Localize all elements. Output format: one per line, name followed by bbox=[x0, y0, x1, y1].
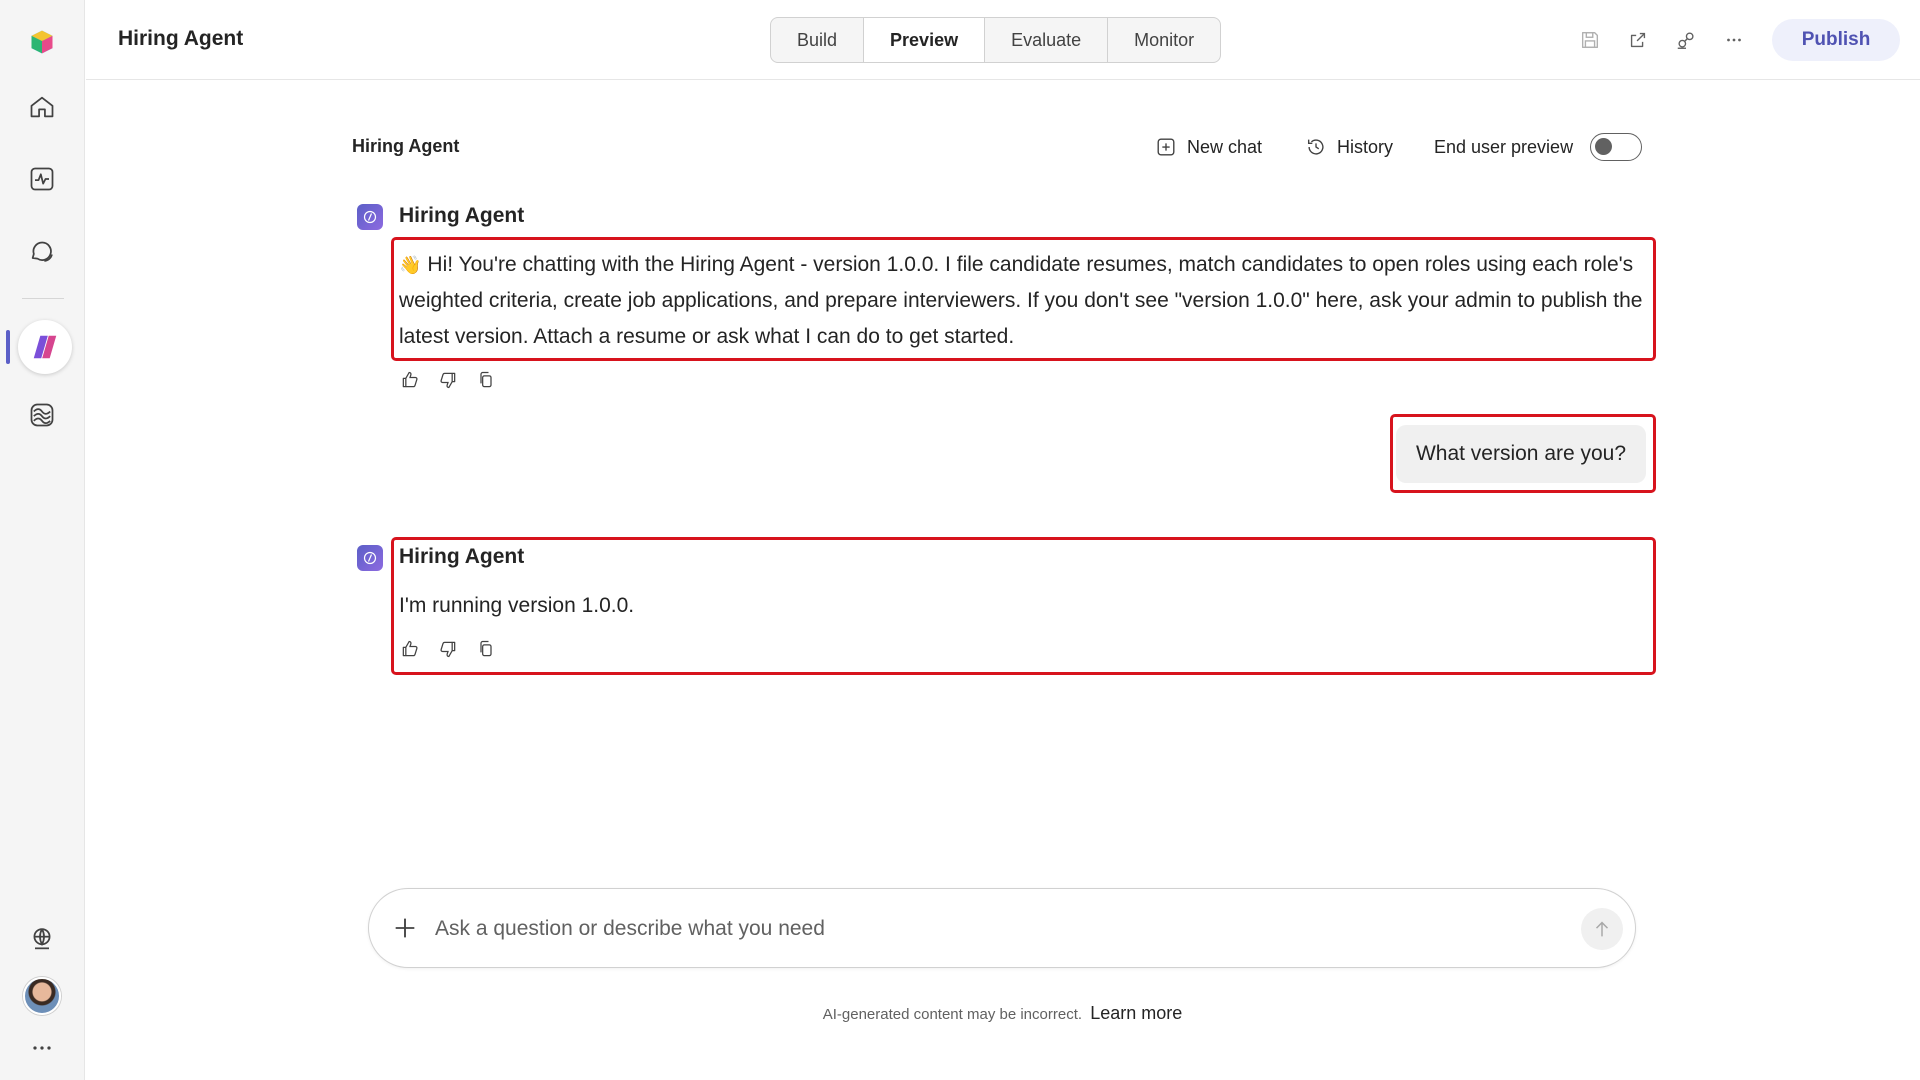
agent-builder-icon[interactable] bbox=[18, 320, 72, 374]
agent-avatar-icon bbox=[357, 545, 383, 571]
agent-avatar-icon bbox=[357, 204, 383, 230]
share-icon[interactable] bbox=[1622, 24, 1654, 56]
app-logo-icon[interactable] bbox=[18, 18, 66, 66]
thumbs-up-icon[interactable] bbox=[398, 368, 422, 392]
home-icon[interactable] bbox=[18, 83, 66, 131]
end-user-preview-label: End user preview bbox=[1434, 136, 1574, 157]
more-options-icon[interactable] bbox=[1718, 24, 1750, 56]
new-chat-button[interactable]: New chat bbox=[1155, 132, 1262, 162]
add-attachment-icon[interactable] bbox=[391, 914, 419, 942]
publish-button[interactable]: Publish bbox=[1772, 19, 1900, 61]
chat-input[interactable] bbox=[435, 909, 1535, 949]
tab-build[interactable]: Build bbox=[771, 18, 865, 62]
agent-greeting-message: 👋 Hi! You're chatting with the Hiring Age… bbox=[399, 247, 1649, 355]
chat-icon[interactable] bbox=[18, 227, 66, 275]
history-icon bbox=[1307, 139, 1324, 155]
ai-disclaimer: AI-generated content may be incorrect. L… bbox=[0, 1003, 1920, 1024]
tab-evaluate[interactable]: Evaluate bbox=[985, 18, 1109, 62]
more-rail-icon[interactable] bbox=[18, 1024, 66, 1072]
agent-reply-message: I'm running version 1.0.0. bbox=[399, 594, 635, 617]
message-sender-name: Hiring Agent bbox=[399, 545, 525, 568]
agent-greeting-text: Hi! You're chatting with the Hiring Agen… bbox=[399, 253, 1643, 348]
learn-more-link[interactable]: Learn more bbox=[1090, 1003, 1182, 1023]
message-sender-name: Hiring Agent bbox=[399, 204, 525, 227]
disclaimer-text: AI-generated content may be incorrect. bbox=[822, 1006, 1083, 1023]
globe-settings-icon[interactable] bbox=[18, 915, 66, 963]
left-rail bbox=[0, 0, 85, 1080]
rail-active-indicator bbox=[6, 330, 10, 364]
thumbs-up-icon[interactable] bbox=[398, 637, 422, 661]
rail-divider bbox=[22, 298, 64, 299]
mode-tabs: Build Preview Evaluate Monitor bbox=[770, 17, 1222, 63]
end-user-preview-toggle[interactable] bbox=[1590, 133, 1642, 161]
new-chat-label: New chat bbox=[1187, 136, 1263, 157]
connections-icon[interactable] bbox=[1670, 24, 1702, 56]
copy-icon[interactable] bbox=[474, 637, 498, 661]
message-feedback-actions bbox=[398, 368, 498, 392]
top-header: Hiring Agent Build Preview Evaluate Moni… bbox=[86, 0, 1920, 80]
thumbs-down-icon[interactable] bbox=[436, 637, 460, 661]
activity-icon[interactable] bbox=[18, 155, 66, 203]
page-title: Hiring Agent bbox=[118, 27, 244, 50]
message-composer bbox=[368, 888, 1636, 968]
chat-agent-name: Hiring Agent bbox=[352, 136, 460, 156]
copy-icon[interactable] bbox=[474, 368, 498, 392]
message-feedback-actions bbox=[398, 637, 498, 661]
thumbs-down-icon[interactable] bbox=[436, 368, 460, 392]
wave-emoji: 👋 bbox=[399, 255, 422, 275]
history-button[interactable]: History bbox=[1305, 132, 1393, 162]
app-logo-icon-graphic bbox=[31, 30, 53, 54]
tab-monitor[interactable]: Monitor bbox=[1108, 18, 1220, 62]
save-icon[interactable] bbox=[1574, 24, 1606, 56]
user-message-bubble: What version are you? bbox=[1396, 425, 1646, 483]
waves-icon[interactable] bbox=[18, 391, 66, 439]
send-arrow-icon bbox=[1595, 921, 1609, 937]
new-chat-icon bbox=[1157, 138, 1175, 156]
send-button[interactable] bbox=[1581, 908, 1623, 950]
tab-preview[interactable]: Preview bbox=[864, 18, 986, 62]
toggle-knob bbox=[1595, 138, 1612, 155]
history-label: History bbox=[1337, 136, 1394, 157]
